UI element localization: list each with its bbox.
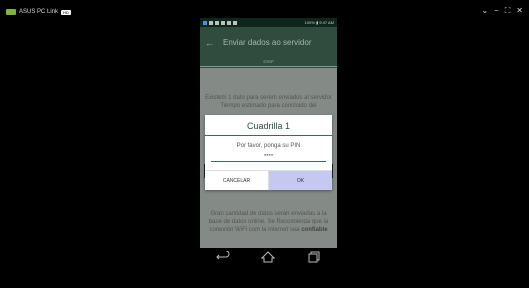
restore-icon[interactable]: ⛶ <box>505 6 511 16</box>
phone-screen: 100% ▮ 9:47 AM ← Enviar dados ao servido… <box>200 18 337 270</box>
back-arrow-icon[interactable]: ← <box>205 38 214 48</box>
window-controls: ⌄ − ⛶ ✕ <box>481 6 523 16</box>
tab-bar: STEP <box>200 58 337 68</box>
back-icon[interactable] <box>216 250 230 268</box>
pin-dialog: Cuadrilla 1 Por favor, ponga su PIN CANC… <box>205 115 332 190</box>
minimize-icon[interactable]: − <box>494 6 499 16</box>
home-icon[interactable] <box>261 250 276 268</box>
app-bar: ← Enviar dados ao servidor <box>200 27 337 58</box>
status-icons <box>203 20 237 25</box>
pin-input[interactable] <box>211 153 326 162</box>
notification-icon <box>203 20 207 25</box>
nav-bar <box>200 248 337 270</box>
close-icon[interactable]: ✕ <box>516 6 523 16</box>
mail-icon <box>209 20 213 25</box>
cancel-button[interactable]: CANCELAR <box>205 171 269 190</box>
tab-indicator <box>200 66 337 67</box>
hd-badge: HD <box>61 9 71 15</box>
app-icon <box>6 9 16 15</box>
tab-step[interactable]: STEP <box>263 59 273 64</box>
menu-icon[interactable]: ⌄ <box>481 6 488 16</box>
window-title-text: ASUS PC Link <box>19 9 59 15</box>
dialog-divider <box>205 135 332 136</box>
notification-icon <box>215 20 219 25</box>
message-bottom-emphasis: confiable <box>301 227 328 233</box>
message-top: Existem 1 dato para serem enviados al se… <box>205 95 332 109</box>
dialog-message: Por favor, ponga su PIN <box>236 143 301 149</box>
ok-button[interactable]: OK <box>269 171 332 190</box>
wifi-icon <box>233 20 237 25</box>
status-bar: 100% ▮ 9:47 AM <box>200 18 337 27</box>
dialog-buttons: CANCELAR OK <box>205 170 332 190</box>
bluetooth-icon <box>227 20 231 25</box>
message-bottom: Gran cantidad de datos serán enviadas a … <box>204 210 333 234</box>
dialog-title: Cuadrilla 1 <box>246 121 291 131</box>
notification-icon <box>221 20 225 25</box>
window-title: ASUS PC Link HD <box>6 9 71 15</box>
recents-icon[interactable] <box>307 250 321 268</box>
status-right: 100% ▮ 9:47 AM <box>304 20 334 25</box>
app-title: Enviar dados ao servidor <box>223 38 312 47</box>
